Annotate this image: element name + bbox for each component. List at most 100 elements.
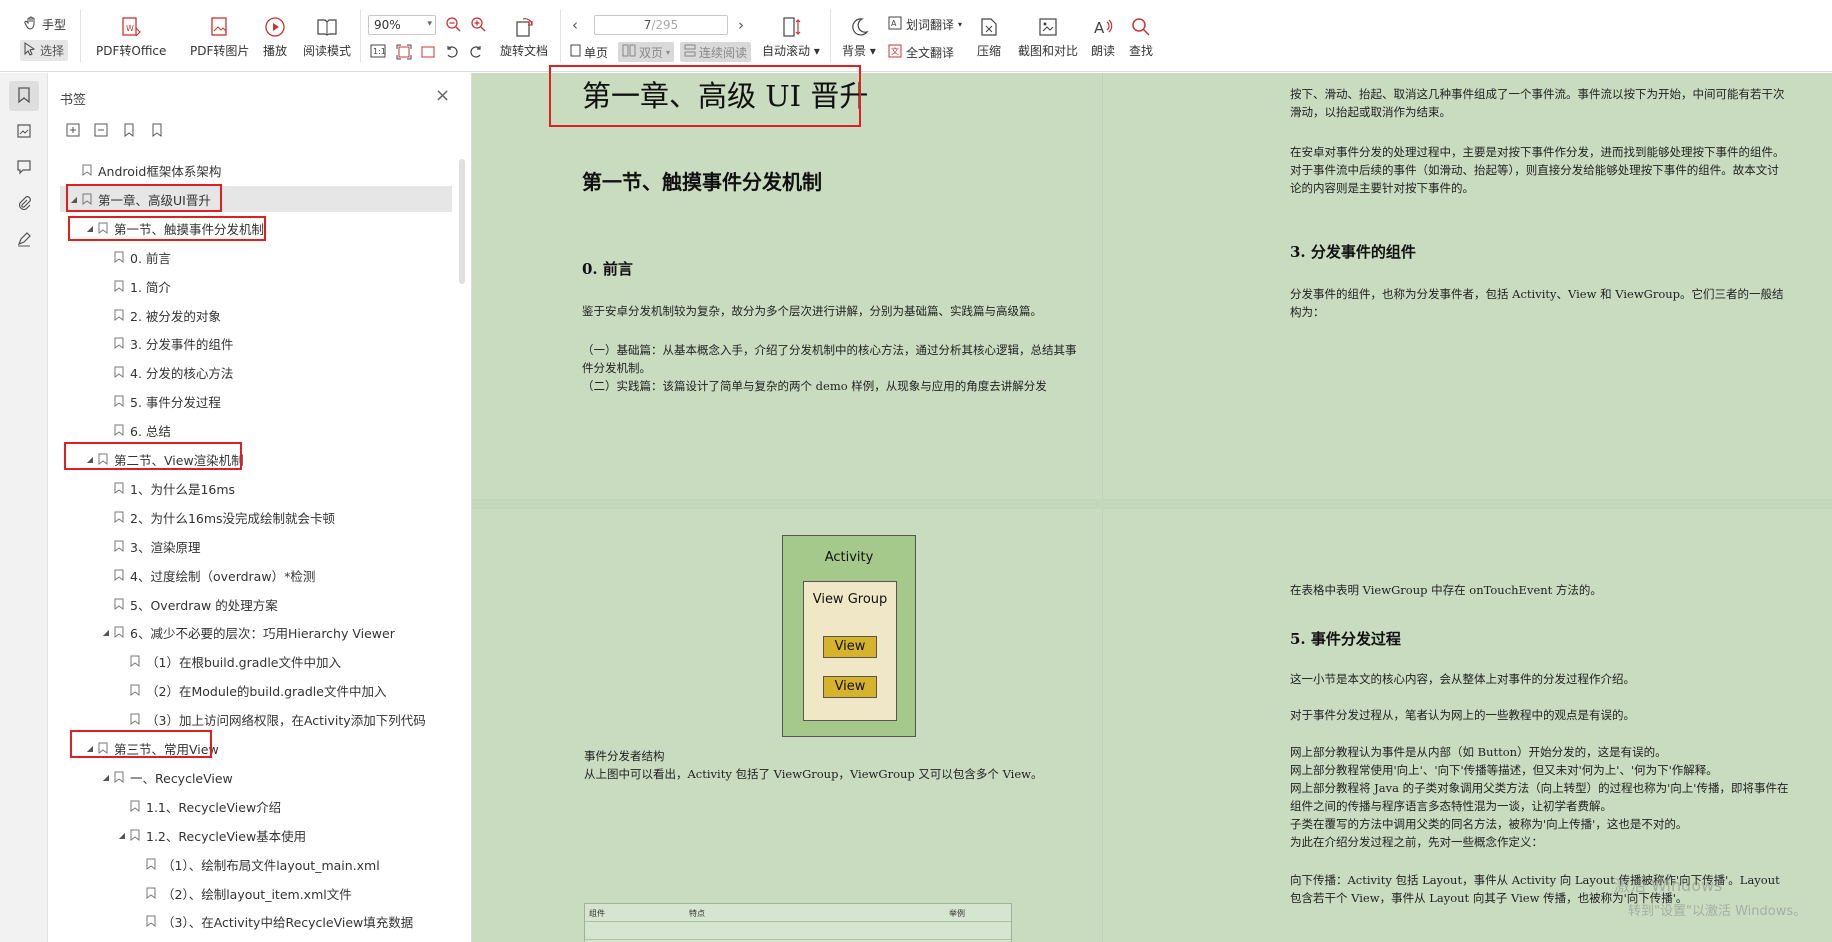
select-tool-button[interactable]: 选择 bbox=[20, 40, 69, 61]
bookmark-item[interactable]: 1、为什么是16ms bbox=[60, 475, 452, 501]
bookmark-icon bbox=[128, 828, 142, 842]
bookmark-item[interactable]: 2、为什么16ms没完成绘制就会卡顿 bbox=[60, 504, 452, 530]
body-paragraph: 为此在介绍分发过程之前，先对一些概念作定义： bbox=[1290, 835, 1543, 849]
word-translate-button[interactable]: A 划词翻译 ▾ bbox=[888, 16, 962, 33]
add-bookmark-icon[interactable] bbox=[120, 121, 138, 139]
bookmark-label: （2）在Module的build.gradle文件中加入 bbox=[146, 683, 387, 699]
next-page-icon[interactable]: › bbox=[738, 16, 744, 34]
continuous-read-button[interactable]: 连续阅读 bbox=[680, 42, 752, 62]
body-paragraph: 分发事件的组件，也称为分发事件者，包括 Activity、View 和 View… bbox=[1290, 287, 1784, 319]
bookmark-icon bbox=[17, 86, 31, 106]
bookmark-item[interactable]: 3. 分发事件的组件 bbox=[60, 330, 452, 356]
pdf-to-office-button[interactable]: W PDF转Office bbox=[96, 14, 166, 59]
auto-scroll-label: 自动滚动 ▾ bbox=[762, 44, 820, 58]
single-page-button[interactable]: 单页 bbox=[566, 42, 612, 62]
read-aloud-button[interactable]: A 朗读 bbox=[1090, 14, 1116, 59]
main-toolbar: 手型 选择 W PDF转Office PDF转图片 播放 阅读模式 90% ▾ bbox=[0, 0, 1832, 72]
bookmark-item[interactable]: ◢ 一、RecycleView bbox=[60, 764, 452, 790]
background-button[interactable]: 背景 ▾ bbox=[842, 14, 876, 59]
comment-panel-button[interactable] bbox=[9, 153, 39, 183]
word-translate-label: 划词翻译 bbox=[906, 18, 955, 32]
expand-toggle-icon[interactable]: ◢ bbox=[100, 628, 112, 637]
bookmark-item[interactable]: 4. 分发的核心方法 bbox=[60, 359, 452, 385]
zoom-select[interactable]: 90% ▾ bbox=[368, 15, 436, 35]
screenshot-compare-label: 截图和对比 bbox=[1018, 44, 1079, 58]
bookmark-panel-button[interactable] bbox=[9, 81, 39, 111]
rotate-left-icon[interactable] bbox=[444, 44, 460, 63]
rotate-doc-button[interactable]: 旋转文档 bbox=[500, 14, 548, 59]
bookmark-icon bbox=[144, 914, 158, 928]
pdf-to-office-icon: W bbox=[118, 14, 144, 40]
bookmark-item[interactable]: 1.1、RecycleView介绍 bbox=[60, 793, 452, 819]
bookmark-item[interactable]: 0. 前言 bbox=[60, 244, 452, 270]
rotate-right-icon[interactable] bbox=[468, 44, 484, 63]
bookmark-item[interactable]: 5、Overdraw 的处理方案 bbox=[60, 591, 452, 617]
bookmark-item[interactable]: Android框架体系架构 bbox=[60, 157, 452, 183]
toolbar-separator bbox=[560, 10, 561, 62]
toolbar-separator bbox=[80, 10, 81, 62]
expand-all-icon[interactable] bbox=[64, 121, 82, 139]
translate-icon: A bbox=[888, 16, 902, 33]
bookmark-icon bbox=[144, 857, 158, 871]
bookmark-item[interactable]: （3）加上访问网络权限，在Activity添加下列代码 bbox=[60, 706, 452, 732]
bookmark-item[interactable]: （2）、绘制layout_item.xml文件 bbox=[60, 880, 452, 906]
pdf-to-image-button[interactable]: PDF转图片 bbox=[190, 14, 249, 59]
fit-width-icon[interactable] bbox=[420, 44, 436, 63]
pen-icon bbox=[16, 231, 32, 250]
expand-toggle-icon[interactable]: ◢ bbox=[100, 773, 112, 782]
compress-button[interactable]: 压缩 bbox=[976, 14, 1002, 59]
bookmark-icon bbox=[112, 423, 126, 437]
play-button[interactable]: 播放 bbox=[262, 14, 288, 59]
double-page-icon bbox=[622, 44, 636, 60]
component-table: 组件 特点 举例 bbox=[584, 903, 1012, 942]
screenshot-compare-button[interactable]: 截图和对比 bbox=[1018, 14, 1078, 59]
find-button[interactable]: 查找 bbox=[1128, 14, 1154, 59]
bookmark-label: （1）、绘制布局文件layout_main.xml bbox=[162, 857, 380, 873]
bookmark-item[interactable]: ◢ 6、减少不必要的层次：巧用Hierarchy Viewer bbox=[60, 619, 452, 645]
prev-page-icon[interactable]: ‹ bbox=[572, 16, 578, 34]
expand-toggle-icon[interactable]: ◢ bbox=[116, 831, 128, 840]
zoom-in-icon[interactable] bbox=[470, 16, 486, 35]
svg-text:A: A bbox=[1094, 19, 1105, 37]
read-aloud-label: 朗读 bbox=[1090, 44, 1115, 58]
bookmark-item[interactable]: 3、渲染原理 bbox=[60, 533, 452, 559]
bookmark-item[interactable]: ◢ 1.2、RecycleView基本使用 bbox=[60, 822, 452, 848]
attachment-panel-button[interactable] bbox=[9, 189, 39, 219]
side-rail bbox=[0, 73, 48, 942]
full-translate-button[interactable]: 文 全文翻译 bbox=[888, 44, 954, 61]
bookmark-item[interactable]: 6. 总结 bbox=[60, 417, 452, 443]
bookmark-item[interactable]: 2. 被分发的对象 bbox=[60, 302, 452, 328]
double-page-button[interactable]: 双页 ▾ bbox=[618, 42, 675, 62]
compress-icon bbox=[976, 14, 1002, 40]
highlight-box bbox=[64, 442, 242, 470]
bookmark-tools bbox=[64, 121, 166, 139]
signature-panel-button[interactable] bbox=[9, 225, 39, 255]
bookmark-icon bbox=[112, 336, 126, 350]
bookmark-item[interactable]: （3）、在Activity中给RecycleView填充数据 bbox=[60, 908, 452, 934]
zoom-out-icon[interactable] bbox=[445, 16, 461, 35]
bookmark-item[interactable]: （1）、绘制布局文件layout_main.xml bbox=[60, 851, 452, 877]
bookmark-item[interactable]: （1）在根build.gradle文件中加入 bbox=[60, 648, 452, 674]
toolbar-separator bbox=[830, 10, 831, 62]
bookmark-item[interactable]: （2）在Module的build.gradle文件中加入 bbox=[60, 677, 452, 703]
actual-size-icon[interactable]: 1:1 bbox=[370, 44, 386, 61]
document-view[interactable]: 第一章、高级 UI 晋升 第一节、触摸事件分发机制 0. 前言 鉴于安卓分发机制… bbox=[472, 73, 1832, 942]
bookmark-item[interactable]: 1. 简介 bbox=[60, 273, 452, 299]
cursor-icon bbox=[24, 42, 36, 59]
bookmark-item[interactable]: 5. 事件分发过程 bbox=[60, 388, 452, 414]
bookmark-item[interactable]: 4、过度绘制（overdraw）*检测 bbox=[60, 562, 452, 588]
collapse-all-icon[interactable] bbox=[92, 121, 110, 139]
read-mode-button[interactable]: 阅读模式 bbox=[303, 14, 351, 59]
panel-scrollbar[interactable] bbox=[459, 159, 465, 284]
auto-scroll-button[interactable]: 自动滚动 ▾ bbox=[762, 14, 820, 59]
thumbnail-panel-button[interactable] bbox=[9, 117, 39, 147]
page-number-input[interactable]: 7/295 bbox=[594, 15, 728, 35]
hand-tool-button[interactable]: 手型 bbox=[24, 16, 66, 33]
fit-page-icon[interactable] bbox=[396, 44, 412, 63]
delete-bookmark-icon[interactable] bbox=[148, 121, 166, 139]
body-paragraph: 在安卓对事件分发的处理过程中，主要是对按下事件作分发，进而找到能够处理按下事件的… bbox=[1290, 145, 1785, 195]
bookmark-label: 3. 分发事件的组件 bbox=[130, 336, 234, 352]
diagram-activity-label: Activity bbox=[824, 550, 874, 565]
close-icon[interactable]: × bbox=[435, 85, 450, 106]
bookmark-label: 5、Overdraw 的处理方案 bbox=[130, 597, 278, 613]
